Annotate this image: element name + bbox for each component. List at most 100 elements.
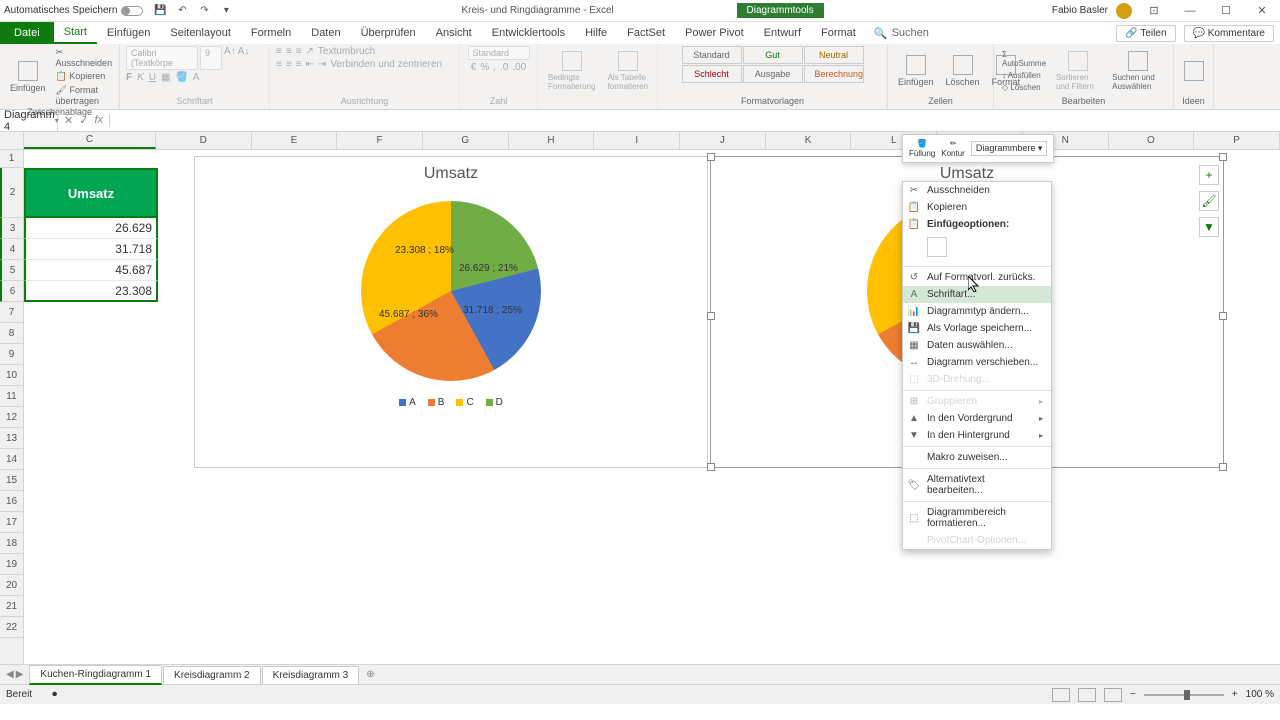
- tab-format[interactable]: Format: [811, 23, 866, 43]
- align-bot-icon[interactable]: ≡: [296, 46, 302, 57]
- tab-entwurf[interactable]: Entwurf: [754, 23, 811, 43]
- page-break-view-icon[interactable]: [1104, 688, 1122, 702]
- col-header[interactable]: F: [337, 132, 423, 149]
- ctx-alt-text[interactable]: 🏷Alternativtext bearbeiten...: [903, 471, 1051, 499]
- autosum-button[interactable]: Σ AutoSumme: [1000, 49, 1048, 69]
- underline-icon[interactable]: U: [149, 72, 156, 83]
- macro-record-icon[interactable]: ⏺: [52, 689, 57, 700]
- row-header[interactable]: 1: [0, 150, 23, 168]
- fx-icon[interactable]: fx: [94, 114, 103, 127]
- col-header[interactable]: P: [1194, 132, 1280, 149]
- redo-icon[interactable]: ↷: [197, 4, 211, 18]
- table-header-cell[interactable]: Umsatz: [24, 168, 158, 218]
- fill-color-icon[interactable]: 🪣: [175, 72, 187, 83]
- row-header[interactable]: 20: [0, 575, 23, 596]
- bold-icon[interactable]: F: [126, 72, 132, 83]
- align-left-icon[interactable]: ≡: [276, 59, 282, 70]
- tab-start[interactable]: Start: [54, 22, 97, 44]
- row-header[interactable]: 11: [0, 386, 23, 407]
- add-sheet-button[interactable]: ⊕: [360, 667, 380, 682]
- tab-daten[interactable]: Daten: [301, 23, 350, 43]
- paste-button[interactable]: Einfügen: [6, 59, 50, 95]
- row-header[interactable]: 14: [0, 449, 23, 470]
- copy-button[interactable]: 📋 Kopieren: [54, 70, 115, 83]
- style-berechnung[interactable]: Berechnung: [804, 65, 864, 83]
- col-header[interactable]: I: [594, 132, 680, 149]
- qat-customize-icon[interactable]: ▾: [219, 4, 233, 18]
- font-name-select[interactable]: Calibri (Textkörpe: [126, 46, 198, 70]
- row-header[interactable]: 3: [0, 218, 23, 239]
- number-format-select[interactable]: Standard: [468, 46, 530, 60]
- normal-view-icon[interactable]: [1052, 688, 1070, 702]
- zoom-in-icon[interactable]: +: [1232, 689, 1238, 700]
- style-ausgabe[interactable]: Ausgabe: [743, 65, 803, 83]
- share-button[interactable]: 🔗 Teilen: [1116, 25, 1175, 42]
- format-table-button[interactable]: Als Tabelle formatieren: [604, 49, 652, 93]
- align-right-icon[interactable]: ≡: [296, 59, 302, 70]
- row-header[interactable]: 5: [0, 260, 23, 281]
- style-schlecht[interactable]: Schlecht: [682, 65, 742, 83]
- outline-button[interactable]: ✏Kontur: [941, 139, 965, 158]
- undo-icon[interactable]: ↶: [175, 4, 189, 18]
- chart-area-select[interactable]: Diagrammbere ▾: [971, 141, 1048, 156]
- align-center-icon[interactable]: ≡: [286, 59, 292, 70]
- align-top-icon[interactable]: ≡: [276, 46, 282, 57]
- row-header[interactable]: 4: [0, 239, 23, 260]
- page-layout-view-icon[interactable]: [1078, 688, 1096, 702]
- ctx-foreground[interactable]: ▲In den Vordergrund▸: [903, 410, 1051, 427]
- fill-button[interactable]: 🪣Füllung: [909, 139, 935, 158]
- row-header[interactable]: 6: [0, 281, 23, 302]
- ctx-cut[interactable]: ✂Ausschneiden: [903, 182, 1051, 199]
- align-mid-icon[interactable]: ≡: [286, 46, 292, 57]
- comments-button[interactable]: 💬 Kommentare: [1184, 25, 1274, 42]
- italic-icon[interactable]: K: [137, 72, 144, 83]
- tab-seitenlayout[interactable]: Seitenlayout: [160, 23, 241, 43]
- sheet-nav-next-icon[interactable]: ▶: [16, 669, 24, 680]
- close-icon[interactable]: ✕: [1248, 4, 1276, 17]
- border-icon[interactable]: ▦: [161, 72, 170, 83]
- sheet-tab[interactable]: Kreisdiagramm 2: [163, 666, 261, 684]
- insert-cells-button[interactable]: Einfügen: [894, 53, 938, 89]
- minimize-icon[interactable]: —: [1176, 5, 1204, 17]
- ctx-reset-format[interactable]: ↺Auf Formatvorl. zurücks.: [903, 269, 1051, 286]
- dec-dec-icon[interactable]: .00: [512, 62, 526, 73]
- tab-powerpivot[interactable]: Power Pivot: [675, 23, 754, 43]
- row-header[interactable]: 18: [0, 533, 23, 554]
- sheet-tab[interactable]: Kuchen-Ringdiagramm 1: [29, 665, 162, 685]
- ctx-format-area[interactable]: ⬚Diagrammbereich formatieren...: [903, 504, 1051, 532]
- format-painter-button[interactable]: 🖌 Format übertragen: [54, 84, 115, 107]
- autosave-toggle[interactable]: [121, 6, 143, 16]
- col-header[interactable]: C: [24, 132, 156, 149]
- data-cell[interactable]: 23.308: [24, 281, 158, 302]
- chart-styles-button[interactable]: 🖌: [1199, 191, 1219, 211]
- user-avatar[interactable]: [1116, 3, 1132, 19]
- zoom-level[interactable]: 100 %: [1246, 689, 1274, 700]
- data-cell[interactable]: 26.629: [24, 218, 158, 239]
- col-header[interactable]: H: [509, 132, 595, 149]
- tab-ansicht[interactable]: Ansicht: [426, 23, 482, 43]
- enter-formula-icon[interactable]: ✓: [79, 114, 88, 127]
- tab-hilfe[interactable]: Hilfe: [575, 23, 617, 43]
- clear-button[interactable]: ◇ Löschen: [1000, 82, 1048, 93]
- ctx-move-chart[interactable]: ↔Diagramm verschieben...: [903, 354, 1051, 371]
- sheet-nav-prev-icon[interactable]: ◀: [6, 669, 14, 680]
- row-header[interactable]: 17: [0, 512, 23, 533]
- style-gut[interactable]: Gut: [743, 46, 803, 64]
- comma-icon[interactable]: ,: [493, 62, 496, 73]
- ctx-save-template[interactable]: 💾Als Vorlage speichern...: [903, 320, 1051, 337]
- row-header[interactable]: 19: [0, 554, 23, 575]
- zoom-slider[interactable]: [1144, 694, 1224, 696]
- style-neutral[interactable]: Neutral: [804, 46, 864, 64]
- orientation-icon[interactable]: ↗: [306, 46, 314, 57]
- col-header[interactable]: K: [766, 132, 852, 149]
- row-header[interactable]: 21: [0, 596, 23, 617]
- name-box[interactable]: Diagramm 4▾: [0, 107, 58, 135]
- row-header[interactable]: 22: [0, 617, 23, 638]
- ribbon-options-icon[interactable]: ⊡: [1140, 4, 1168, 17]
- chart-filters-button[interactable]: ▼: [1199, 217, 1219, 237]
- ideas-button[interactable]: [1180, 59, 1208, 83]
- row-header[interactable]: 16: [0, 491, 23, 512]
- style-standard[interactable]: Standard: [682, 46, 742, 64]
- chart-elements-button[interactable]: +: [1199, 165, 1219, 185]
- ctx-change-type[interactable]: 📊Diagrammtyp ändern...: [903, 303, 1051, 320]
